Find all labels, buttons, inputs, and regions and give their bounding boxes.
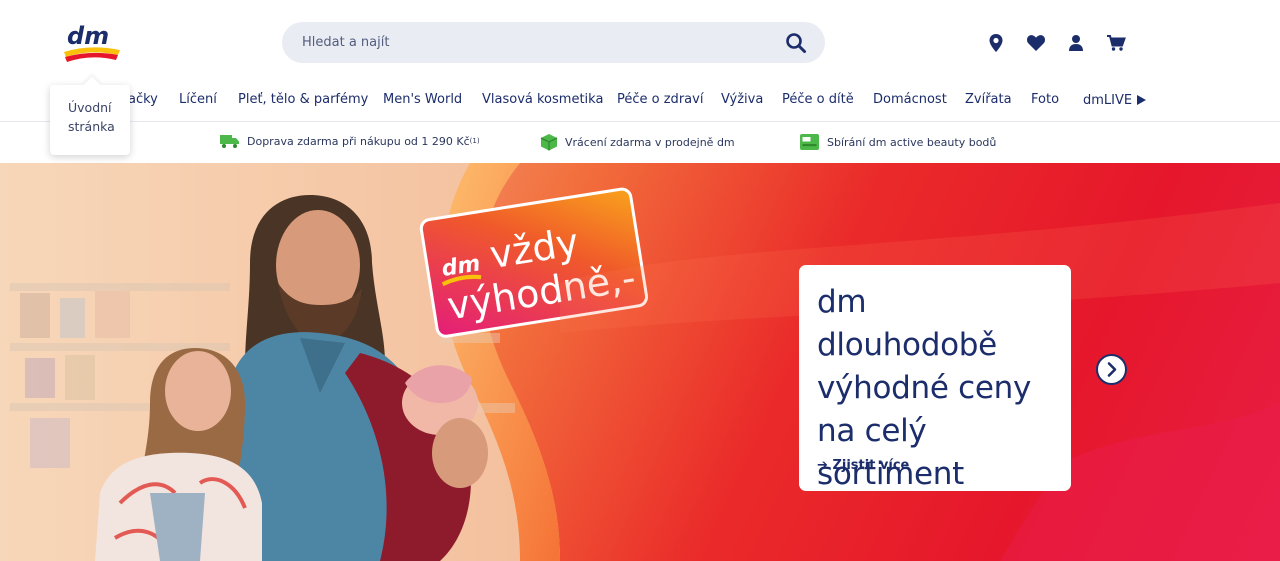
search-input[interactable]: [302, 22, 772, 63]
location-icon[interactable]: [986, 33, 1006, 53]
site-header: dm: [0, 0, 1280, 85]
benefit-free-returns[interactable]: Vrácení zdarma v prodejně dm: [540, 133, 735, 151]
chevron-right-icon: [1107, 362, 1117, 377]
heart-icon[interactable]: [1026, 33, 1046, 53]
search-icon[interactable]: [785, 32, 807, 54]
nav-item-plet-telo-parfemy[interactable]: Pleť, tělo & parfémy: [238, 92, 368, 107]
learn-more-link[interactable]: ➔ Zjistit více: [817, 458, 909, 473]
nav-item-dmlive[interactable]: dmLIVE: [1083, 93, 1147, 108]
footnote-marker: (1): [469, 137, 480, 145]
cart-icon[interactable]: [1106, 33, 1126, 53]
nav-item-cut[interactable]: ačky: [128, 92, 158, 107]
search-bar: [282, 22, 825, 63]
arrow-right-icon: ➔: [817, 458, 828, 473]
svg-text:dm: dm: [67, 22, 109, 50]
nav-item-domacnost[interactable]: Domácnost: [873, 92, 947, 107]
hero-image: dm vždy výhodně,-: [0, 163, 1280, 561]
nav-item-foto[interactable]: Foto: [1031, 92, 1059, 107]
benefit-text: Doprava zdarma při nákupu od 1 290 Kč: [247, 134, 470, 148]
benefit-loyalty-points[interactable]: Sbírání dm active beauty bodů: [800, 133, 996, 151]
nav-item-mens-world[interactable]: Men's World: [383, 92, 462, 107]
nav-item-pece-o-zdravi[interactable]: Péče o zdraví: [617, 92, 703, 107]
carousel-next-button[interactable]: [1096, 354, 1127, 385]
truck-icon: [220, 135, 239, 148]
loyalty-card-icon: [800, 134, 819, 150]
nav-item-vlasova-kosmetika[interactable]: Vlasová kosmetika: [482, 92, 603, 107]
benefit-text: Sbírání dm active beauty bodů: [827, 135, 997, 149]
nav-item-pece-o-dite[interactable]: Péče o dítě: [782, 92, 854, 107]
account-icon[interactable]: [1066, 33, 1086, 53]
dmlive-label: dmLIVE: [1083, 93, 1133, 108]
main-navigation: ačky Líčení Pleť, tělo & parfémy Men's W…: [0, 85, 1280, 122]
promo-card[interactable]: dm dlouhodobě výhodné ceny na celý sorti…: [799, 265, 1071, 492]
nav-item-liceni[interactable]: Líčení: [179, 92, 217, 107]
nav-item-zvirata[interactable]: Zvířata: [965, 92, 1012, 107]
hero-banner[interactable]: dm vždy výhodně,- dm dlouhodobě výhodné …: [0, 163, 1280, 561]
learn-more-label: Zjistit více: [832, 458, 910, 473]
benefits-bar: Doprava zdarma při nákupu od 1 290 Kč (1)…: [0, 122, 1280, 163]
play-arrow-icon: [1137, 95, 1147, 105]
nav-item-vyziva[interactable]: Výživa: [721, 92, 763, 107]
package-icon: [540, 134, 558, 151]
benefit-text: Vrácení zdarma v prodejně dm: [565, 135, 735, 149]
benefit-free-shipping[interactable]: Doprava zdarma při nákupu od 1 290 Kč (1): [220, 133, 480, 149]
home-tooltip: Úvodní stránka: [50, 85, 130, 155]
dm-logo[interactable]: dm: [62, 22, 122, 64]
